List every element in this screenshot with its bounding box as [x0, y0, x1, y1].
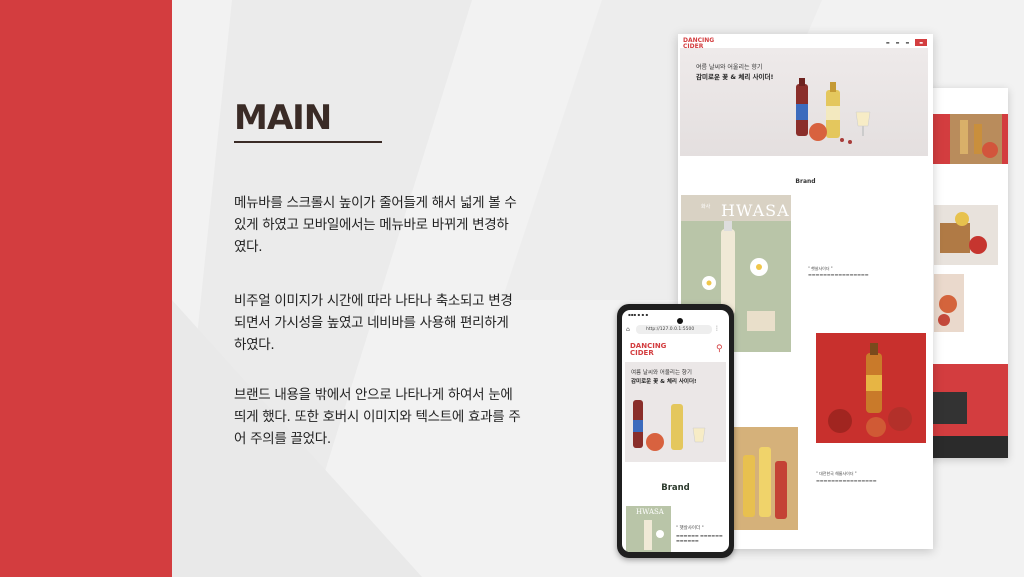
hero-line-2: 감미로운 꽃 & 체리 사이더! [696, 73, 774, 81]
phone-hwasa-card[interactable]: HWASA [626, 506, 671, 552]
phone-hero: 여름 날씨와 어울리는 향기 감미로운 꽃 & 체리 사이더! [625, 362, 726, 462]
phone-hwasa-label: HWASA [636, 508, 664, 516]
nav-button[interactable]: ▬ [915, 39, 927, 46]
back-photo-1 [950, 114, 1002, 164]
phone-brand-heading: Brand [661, 483, 690, 493]
phone-status-bar: ▪▪▪ ▪ ▪ ▪ [628, 312, 649, 317]
nav-item[interactable]: ▬ [905, 40, 909, 45]
phone-logo[interactable]: DANCING CIDER [630, 343, 666, 357]
bottles-card-image[interactable] [733, 427, 798, 530]
menu-icon[interactable]: ⚲ [716, 344, 723, 354]
camera-icon [677, 318, 683, 324]
cider-card-image[interactable] [816, 333, 926, 443]
phone-hero-line-1: 여름 날씨와 어울리는 향기 [631, 370, 692, 376]
desktop-hero: 여름 날씨와 어울리는 향기 감미로운 꽃 & 체리 사이더! [680, 48, 928, 156]
phone-mockup: ▪▪▪ ▪ ▪ ▪ ⌂ http://127.0.0.1:5500 ⋮ DANC… [617, 304, 734, 558]
desktop-card-1-caption: " 햇살사이더 " [808, 266, 833, 271]
back-photo-3 [934, 274, 964, 332]
desktop-nav: ▬ ▬ ▬ ▬ [886, 39, 927, 46]
phone-url-bar[interactable]: http://127.0.0.1:5500 [636, 325, 712, 334]
red-band [0, 0, 172, 577]
nav-item[interactable]: ▬ [886, 40, 890, 45]
desktop-card-2-body: ▬▬▬▬▬▬▬▬▬▬▬▬▬▬▬▬ [816, 478, 877, 483]
back-footer-photo [933, 392, 967, 424]
slide-title: MAIN [234, 98, 332, 138]
description-paragraph-3: 브랜드 내용을 밖에서 안으로 나타나게 하여서 눈에 띄게 했다. 또한 호버… [234, 387, 521, 447]
tab-count-icon[interactable]: ⋮ [714, 325, 720, 332]
phone-hero-line-2: 감미로운 꽃 & 체리 사이더! [631, 379, 697, 385]
back-photo-2 [934, 205, 998, 265]
desktop-card-2-caption: " 대전한국 해룸사이더 " [816, 471, 857, 476]
home-icon[interactable]: ⌂ [626, 326, 630, 333]
hwasa-korean: 화사 [701, 204, 711, 210]
description-paragraph-1: 메뉴바를 스크롤시 높이가 줄어들게 해서 넓게 볼 수 있게 하였고 모바일에… [234, 195, 517, 255]
nav-item[interactable]: ▬ [896, 40, 900, 45]
title-underline [234, 141, 382, 143]
hwasa-label: HWASA [721, 201, 790, 220]
hero-bottles-illustration [796, 78, 871, 144]
desktop-brand-heading: Brand [795, 178, 816, 185]
desktop-card-1-body: ▬▬▬▬▬▬▬▬▬▬▬▬▬▬▬▬ [808, 272, 869, 277]
phone-card-body: ▬▬▬▬▬▬ ▬▬▬▬▬▬ ▬▬▬▬▬▬ [676, 533, 723, 543]
phone-screen: ▪▪▪ ▪ ▪ ▪ ⌂ http://127.0.0.1:5500 ⋮ DANC… [622, 310, 729, 552]
description-paragraph-2: 비주얼 이미지가 시간에 따라 나타나 축소되고 변경 되면서 가시성을 높였고… [234, 293, 513, 353]
phone-card-caption: " 햇살사이더 " [676, 526, 704, 531]
hero-line-1: 여름 날씨와 어울리는 향기 [696, 64, 763, 71]
